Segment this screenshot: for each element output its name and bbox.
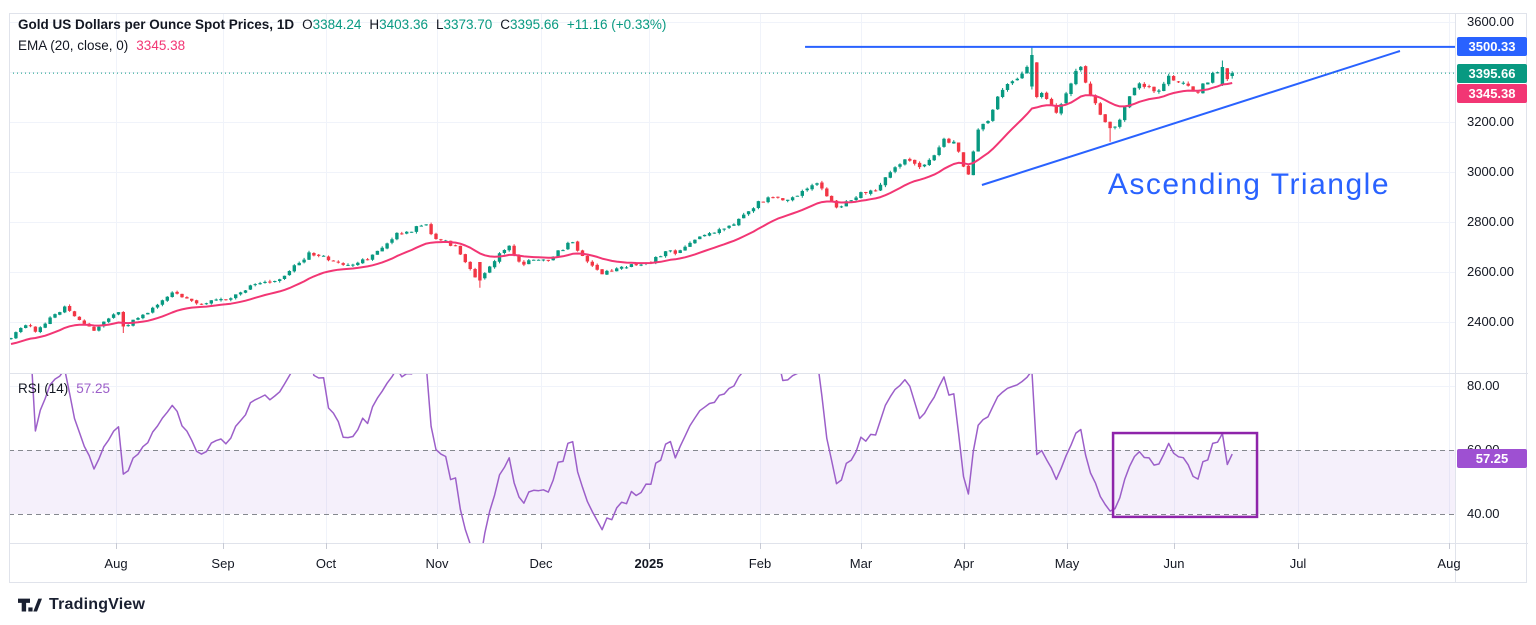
pane-divider-main-rsi[interactable] — [9, 373, 1528, 374]
chart-canvas[interactable]: Ascending Triangle — [0, 0, 1536, 625]
time-axis-tick — [1298, 543, 1299, 549]
price-axis-label: 2600.00 — [1467, 263, 1514, 281]
tradingview-wordmark: TradingView — [49, 596, 145, 614]
close-value: 3395.66 — [510, 17, 559, 32]
high-value: 3403.36 — [379, 17, 428, 32]
rsi-value: 57.25 — [76, 381, 110, 396]
rsi-axis-label: 80.00 — [1467, 377, 1500, 395]
ohlc-low: L3373.70 — [428, 17, 492, 32]
time-axis-label: Apr — [932, 556, 996, 571]
price-axis-label: 2400.00 — [1467, 313, 1514, 331]
time-axis-tick — [437, 543, 438, 549]
time-axis-tick — [649, 543, 650, 549]
time-axis-label: May — [1035, 556, 1099, 571]
time-axis-tick — [861, 543, 862, 549]
legend-row-symbol: Gold US Dollars per Ounce Spot Prices, 1… — [18, 14, 666, 35]
price-badge: 3395.66 — [1457, 64, 1527, 83]
price-axis-label: 3600.00 — [1467, 13, 1514, 31]
time-axis-tick — [964, 543, 965, 549]
tradingview-logo-icon — [18, 597, 42, 614]
time-axis-tick — [116, 543, 117, 549]
ascending-triangle-annotation[interactable]: Ascending Triangle — [1108, 168, 1390, 201]
ohlc-high: H3403.36 — [361, 17, 428, 32]
price-axis-label: 3000.00 — [1467, 163, 1514, 181]
time-axis-label: Mar — [829, 556, 893, 571]
time-axis-tick — [1174, 543, 1175, 549]
high-label: H — [369, 17, 379, 32]
pane-divider-rsi-axis — [9, 543, 1528, 544]
time-axis-label: Aug — [1417, 556, 1481, 571]
low-value: 3373.70 — [443, 17, 492, 32]
time-axis-label: Aug — [84, 556, 148, 571]
ascending-trendline[interactable] — [982, 51, 1400, 185]
price-badge: 3500.33 — [1457, 37, 1527, 56]
time-axis-label: Feb — [728, 556, 792, 571]
ohlc-close: C3395.66 — [492, 17, 559, 32]
time-axis-tick — [1449, 543, 1450, 549]
time-axis-label: Jul — [1266, 556, 1330, 571]
time-axis-label: Oct — [294, 556, 358, 571]
ema-label[interactable]: EMA (20, close, 0) — [18, 38, 128, 53]
rsi-legend: RSI (14) 57.25 — [18, 381, 110, 396]
time-axis-tick — [1067, 543, 1068, 549]
symbol-title[interactable]: Gold US Dollars per Ounce Spot Prices, 1… — [18, 17, 294, 32]
change-value: +11.16 (+0.33%) — [567, 17, 667, 32]
price-badge: 3345.38 — [1457, 84, 1527, 103]
tradingview-logo[interactable]: TradingView — [18, 596, 145, 614]
time-axis-label: Sep — [191, 556, 255, 571]
rsi-line[interactable] — [16, 322, 1232, 562]
price-scale[interactable]: 3600.00 3200.00 3000.00 2800.00 2600.00 2400.… — [1455, 0, 1536, 583]
open-value: 3384.24 — [313, 17, 362, 32]
time-axis-label: Dec — [509, 556, 573, 571]
ema-value: 3345.38 — [136, 38, 185, 53]
time-axis-label: Nov — [405, 556, 469, 571]
time-axis-tick — [760, 543, 761, 549]
rsi-axis-label: 40.00 — [1467, 505, 1500, 523]
candlestick-series[interactable] — [9, 47, 1234, 340]
time-axis-tick — [326, 543, 327, 549]
close-label: C — [500, 17, 510, 32]
rsi-label[interactable]: RSI (14) — [18, 381, 68, 396]
rsi-badge: 57.25 — [1457, 449, 1527, 468]
price-axis-label: 2800.00 — [1467, 213, 1514, 231]
open-label: O — [302, 17, 313, 32]
legend-row-ema: EMA (20, close, 0) 3345.38 — [18, 35, 666, 56]
main-legend: Gold US Dollars per Ounce Spot Prices, 1… — [18, 14, 666, 56]
ohlc-open: O3384.24 — [294, 17, 361, 32]
tradingview-chart-window: Ascending Triangle Gold US Dollars per O… — [0, 0, 1536, 625]
time-axis-label: 2025 — [617, 556, 681, 571]
time-axis-label: Jun — [1142, 556, 1206, 571]
time-axis-tick — [541, 543, 542, 549]
price-axis-label: 3200.00 — [1467, 113, 1514, 131]
time-axis-tick — [223, 543, 224, 549]
